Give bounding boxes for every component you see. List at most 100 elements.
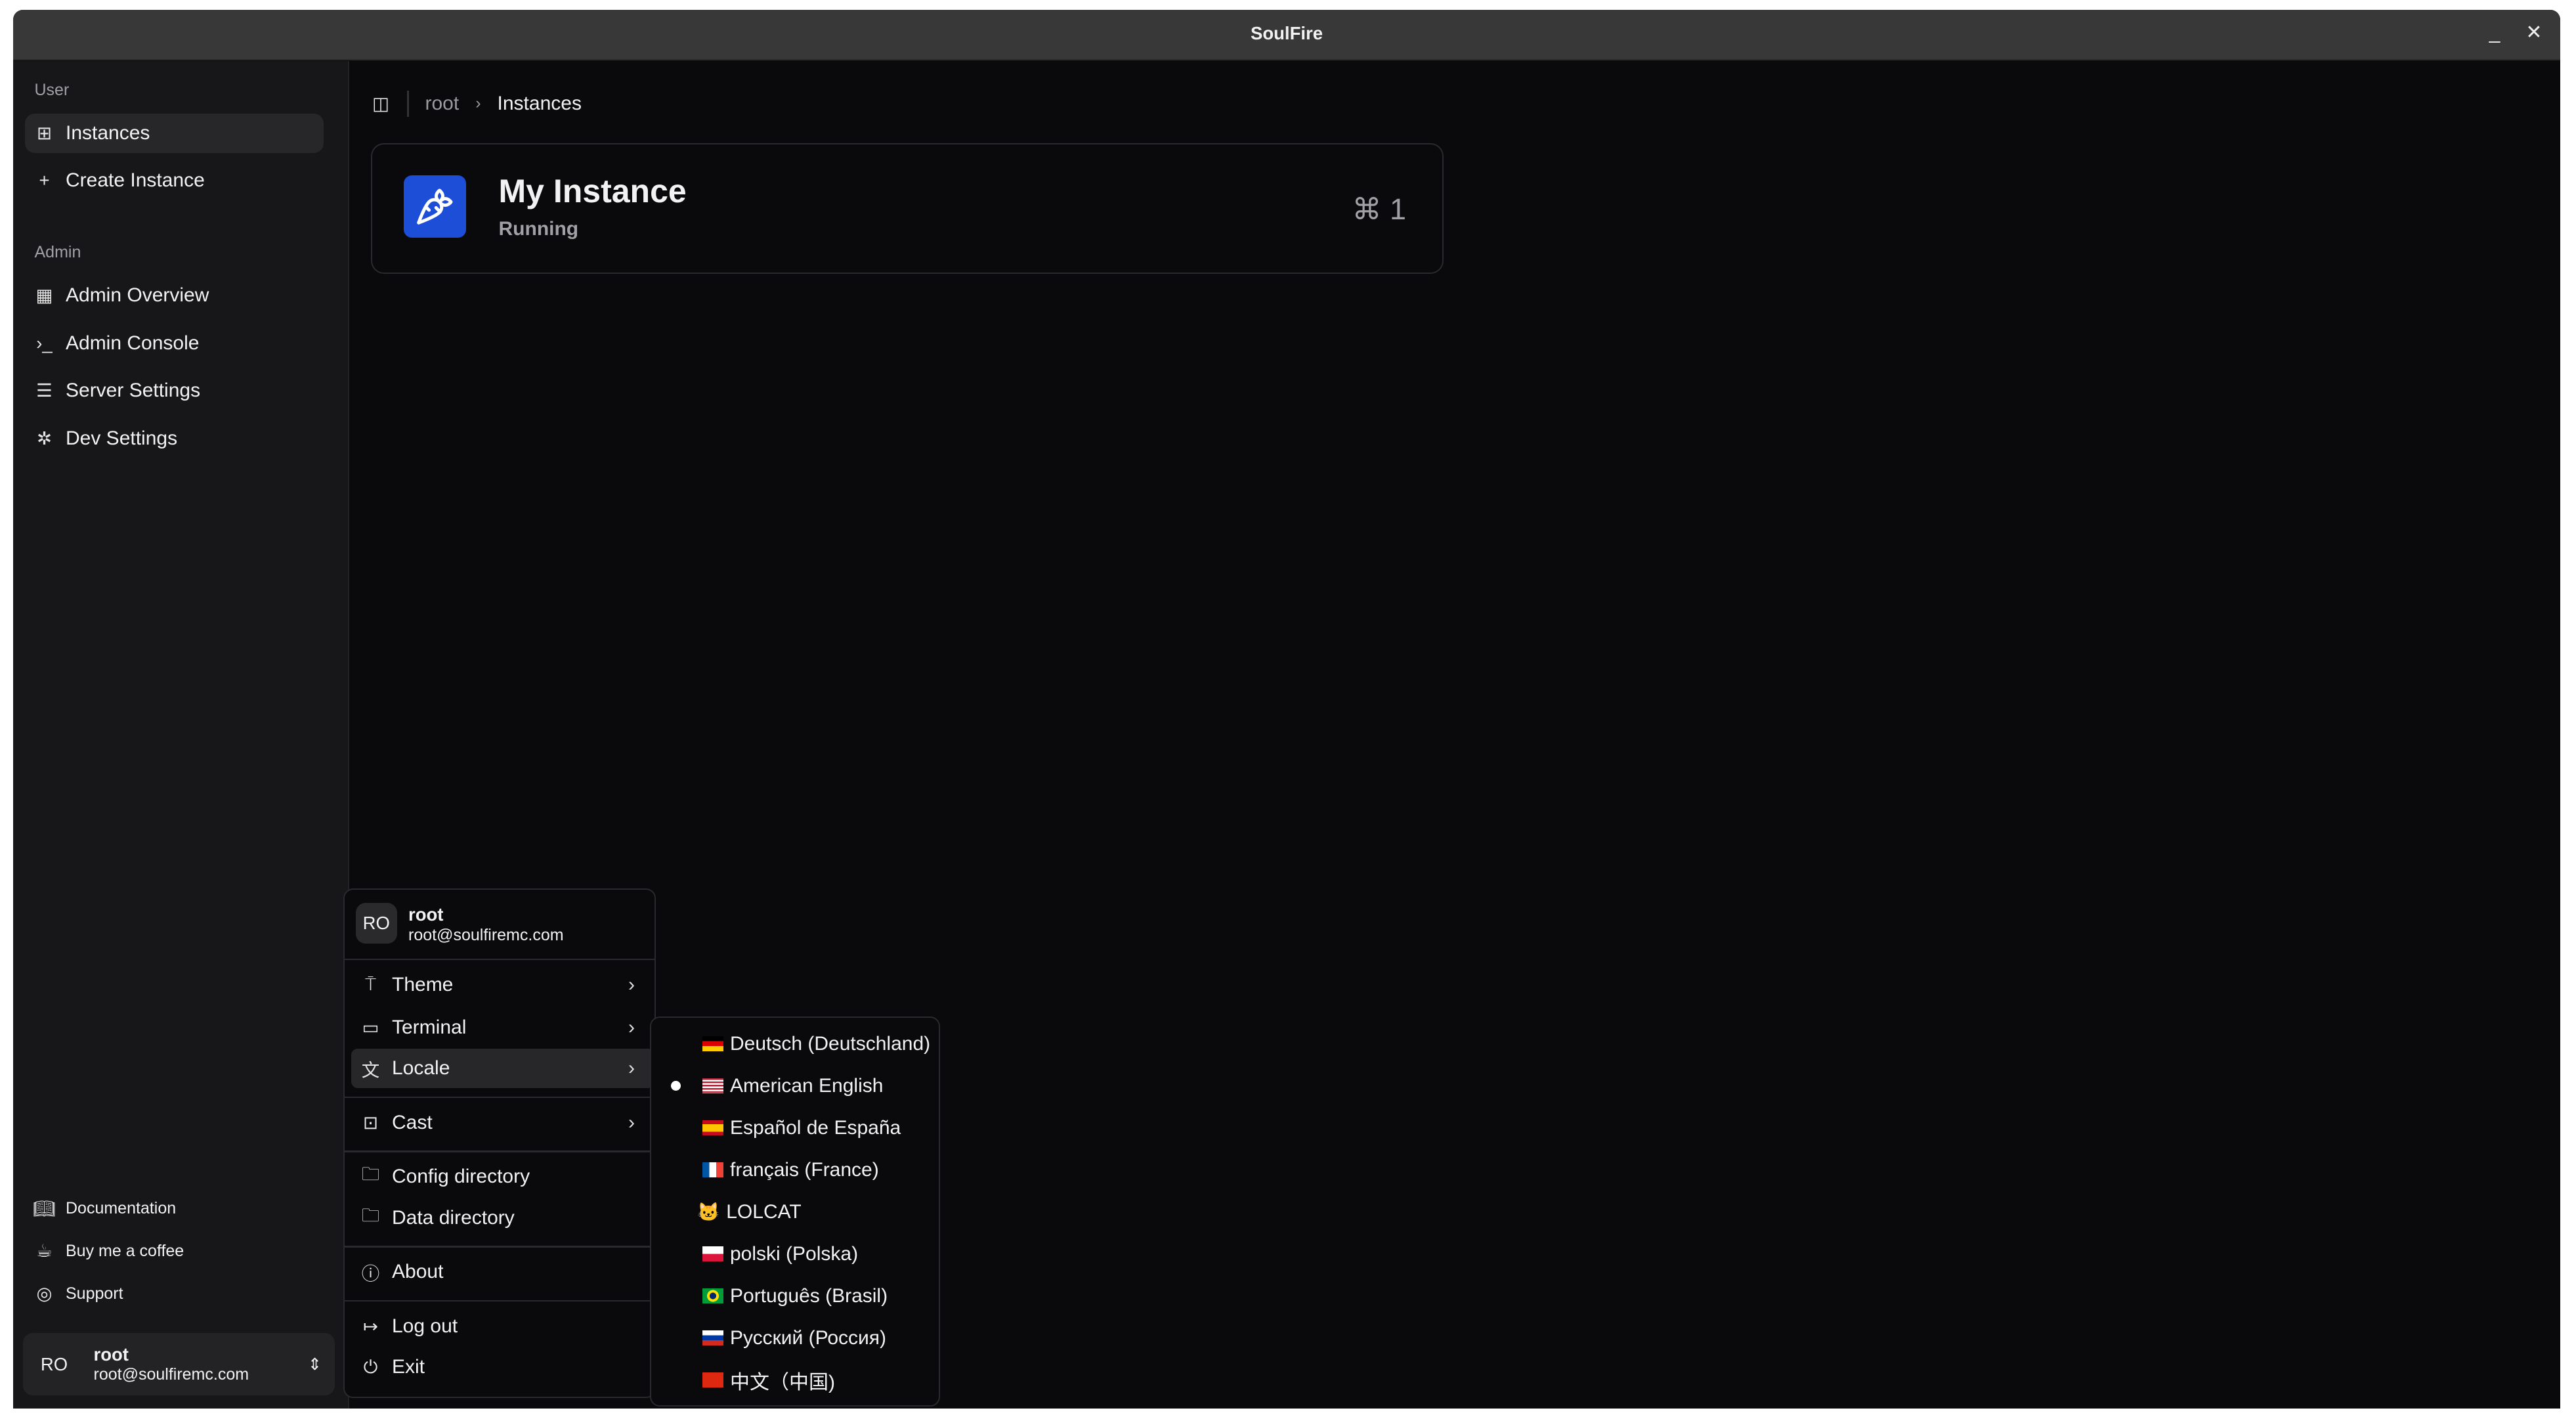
instance-logo xyxy=(403,175,466,238)
locale-option[interactable]: Deutsch (Deutschland) xyxy=(651,1024,939,1064)
sidebar-item-instances[interactable]: ⊞ Instances xyxy=(24,113,324,153)
app-window: SoulFire _ ✕ User ⊞ Instances + Create Ins… xyxy=(13,10,2560,1409)
grid-icon: ⊞ xyxy=(36,122,53,143)
bug-icon: ✲ xyxy=(36,427,53,448)
section-admin: Admin xyxy=(34,243,81,261)
label: Data directory xyxy=(392,1206,515,1229)
terminal-icon: ›_ xyxy=(36,332,53,353)
menu-item-exit[interactable]: ⏻ Exit xyxy=(351,1347,649,1387)
locale-label: Русский (Россия) xyxy=(730,1326,887,1349)
label: Create Instance xyxy=(66,169,205,191)
lifebuoy-icon: ◎ xyxy=(36,1283,53,1303)
folder-icon: 🗀︎ xyxy=(361,1164,380,1184)
plus-icon: + xyxy=(39,170,50,190)
menu-item-theme[interactable]: ⍑ Theme › xyxy=(351,965,649,1005)
folder-icon: 🗀︎ xyxy=(361,1204,380,1225)
carrot-icon xyxy=(417,188,453,225)
flag-icon xyxy=(702,1372,723,1388)
title-bar: SoulFire _ ✕ xyxy=(13,10,2560,60)
instance-shortcut: ⌘ 1 xyxy=(1352,192,1406,226)
locale-label: polski (Polska) xyxy=(730,1242,859,1265)
chevron-right-icon: › xyxy=(628,1016,635,1038)
logout-icon: ↦ xyxy=(362,1315,379,1336)
flag-icon xyxy=(702,1120,723,1135)
instance-name: My Instance xyxy=(498,173,687,209)
laptop-icon: ▭ xyxy=(362,1017,379,1038)
flag-icon xyxy=(702,1246,723,1261)
menu-item-terminal[interactable]: ▭ Terminal › xyxy=(351,1008,649,1047)
flag-icon: 🐱 xyxy=(697,1202,720,1222)
locale-label: Deutsch (Deutschland) xyxy=(730,1032,931,1055)
label: Log out xyxy=(392,1315,458,1337)
label: Locale xyxy=(392,1057,450,1079)
server-icon: ☰ xyxy=(36,380,53,401)
locale-label: 中文（中国) xyxy=(730,1371,835,1393)
languages-icon: 文 xyxy=(361,1060,380,1080)
locale-label: Español de España xyxy=(730,1116,901,1139)
dashboard-icon: ▦ xyxy=(35,285,53,305)
breadcrumb-root[interactable]: root xyxy=(425,93,460,115)
minimize-button[interactable]: _ xyxy=(2481,20,2508,46)
label: Config directory xyxy=(392,1166,530,1187)
locale-option[interactable]: polski (Polska) xyxy=(651,1235,939,1274)
label: Dev Settings xyxy=(66,427,178,449)
avatar: RO xyxy=(40,1353,68,1374)
locale-option[interactable]: français (France) xyxy=(651,1150,939,1190)
buy-coffee-link[interactable]: ☕︎ Buy me a coffee xyxy=(25,1240,184,1261)
user-menu-trigger[interactable]: RO root root@soulfiremc.com ⇕ xyxy=(23,1333,335,1395)
label: Documentation xyxy=(66,1198,177,1217)
flag-icon xyxy=(702,1078,723,1093)
label: Terminal xyxy=(392,1016,467,1038)
window-title: SoulFire xyxy=(1250,23,1323,43)
sidebar-toggle-icon[interactable]: ◫ xyxy=(371,93,391,114)
selected-dot-icon xyxy=(671,1081,681,1091)
locale-option[interactable]: American English xyxy=(651,1066,939,1106)
label: Theme xyxy=(392,973,454,995)
locale-label: LOLCAT xyxy=(726,1200,802,1223)
locale-option[interactable]: 中文（中国) xyxy=(651,1361,939,1400)
help-circle-icon: ⓘ xyxy=(361,1263,380,1284)
locale-option[interactable]: Português (Brasil) xyxy=(651,1277,939,1316)
label: Support xyxy=(66,1284,123,1303)
locale-option[interactable]: Русский (Россия) xyxy=(651,1319,939,1358)
sidebar-item-admin-overview[interactable]: ▦ Admin Overview xyxy=(25,276,324,315)
breadcrumb: ◫ root › Instances xyxy=(371,90,582,117)
menu-avatar: RO xyxy=(356,902,397,944)
user-email: root@soulfiremc.com xyxy=(93,1365,249,1384)
user-name: root xyxy=(93,1344,129,1365)
locale-option[interactable]: Español de España xyxy=(651,1108,939,1148)
paint-roller-icon: ⍑ xyxy=(365,974,376,994)
flag-icon xyxy=(702,1330,723,1345)
sidebar-item-create-instance[interactable]: + Create Instance xyxy=(25,161,324,200)
sidebar-item-dev-settings[interactable]: ✲ Dev Settings xyxy=(25,419,324,458)
instance-card[interactable]: My Instance Running ⌘ 1 xyxy=(371,142,1444,274)
menu-item-about[interactable]: ⓘ About xyxy=(351,1252,649,1292)
menu-item-cast[interactable]: ⊡ Cast › xyxy=(351,1103,649,1143)
support-link[interactable]: ◎ Support xyxy=(25,1283,123,1303)
sidebar: User ⊞ Instances + Create Instance Admin ▦… xyxy=(13,60,349,1409)
label: About xyxy=(392,1261,444,1282)
sidebar-item-server-settings[interactable]: ☰ Server Settings xyxy=(25,371,324,410)
cast-icon: ⊡ xyxy=(362,1112,379,1133)
sidebar-item-admin-console[interactable]: ›_ Admin Console xyxy=(25,324,324,363)
close-button[interactable]: ✕ xyxy=(2521,20,2547,46)
section-user: User xyxy=(34,80,70,99)
locale-label: American English xyxy=(730,1074,884,1097)
locale-submenu: Deutsch (Deutschland) American English Esp… xyxy=(650,1016,940,1407)
instance-status: Running xyxy=(498,218,579,240)
label: Admin Overview xyxy=(66,284,209,306)
menu-item-logout[interactable]: ↦ Log out xyxy=(351,1307,649,1346)
menu-item-locale[interactable]: 文 Locale › xyxy=(351,1049,655,1088)
flag-icon xyxy=(702,1036,723,1051)
locale-option[interactable]: 🐱 LOLCAT xyxy=(651,1192,939,1232)
menu-user-email: root@soulfiremc.com xyxy=(408,925,564,944)
chevron-right-icon: › xyxy=(628,1057,635,1079)
book-icon: 📖︎ xyxy=(33,1198,56,1219)
menu-item-config-directory[interactable]: 🗀︎ Config directory xyxy=(351,1157,649,1196)
flag-icon xyxy=(702,1288,723,1303)
chevron-right-icon: › xyxy=(475,94,481,112)
documentation-link[interactable]: 📖︎ Documentation xyxy=(25,1198,177,1219)
locale-label: Português (Brasil) xyxy=(730,1284,888,1307)
label: Exit xyxy=(392,1356,425,1378)
menu-item-data-directory[interactable]: 🗀︎ Data directory xyxy=(351,1198,649,1238)
